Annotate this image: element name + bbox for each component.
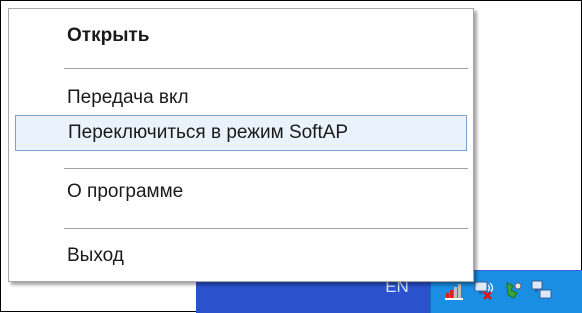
menu-item-about[interactable]: О программе xyxy=(15,175,467,211)
menu-item-open[interactable]: Открыть xyxy=(15,19,467,55)
tray-context-menu: Открыть Передача вкл Переключиться в реж… xyxy=(8,8,474,282)
menu-item-transfer-on[interactable]: Передача вкл xyxy=(15,81,467,117)
network-disconnected-icon[interactable] xyxy=(473,279,495,301)
menu-separator xyxy=(64,68,468,70)
menu-separator xyxy=(64,228,468,230)
menu-item-exit[interactable]: Выход xyxy=(15,239,467,275)
network-connections-icon[interactable] xyxy=(531,279,553,301)
safely-remove-hardware-icon[interactable] xyxy=(503,279,525,301)
menu-item-switch-softap[interactable]: Переключиться в режим SoftAP xyxy=(15,115,467,151)
signal-bars-icon[interactable] xyxy=(445,279,467,301)
menu-separator xyxy=(64,168,468,170)
